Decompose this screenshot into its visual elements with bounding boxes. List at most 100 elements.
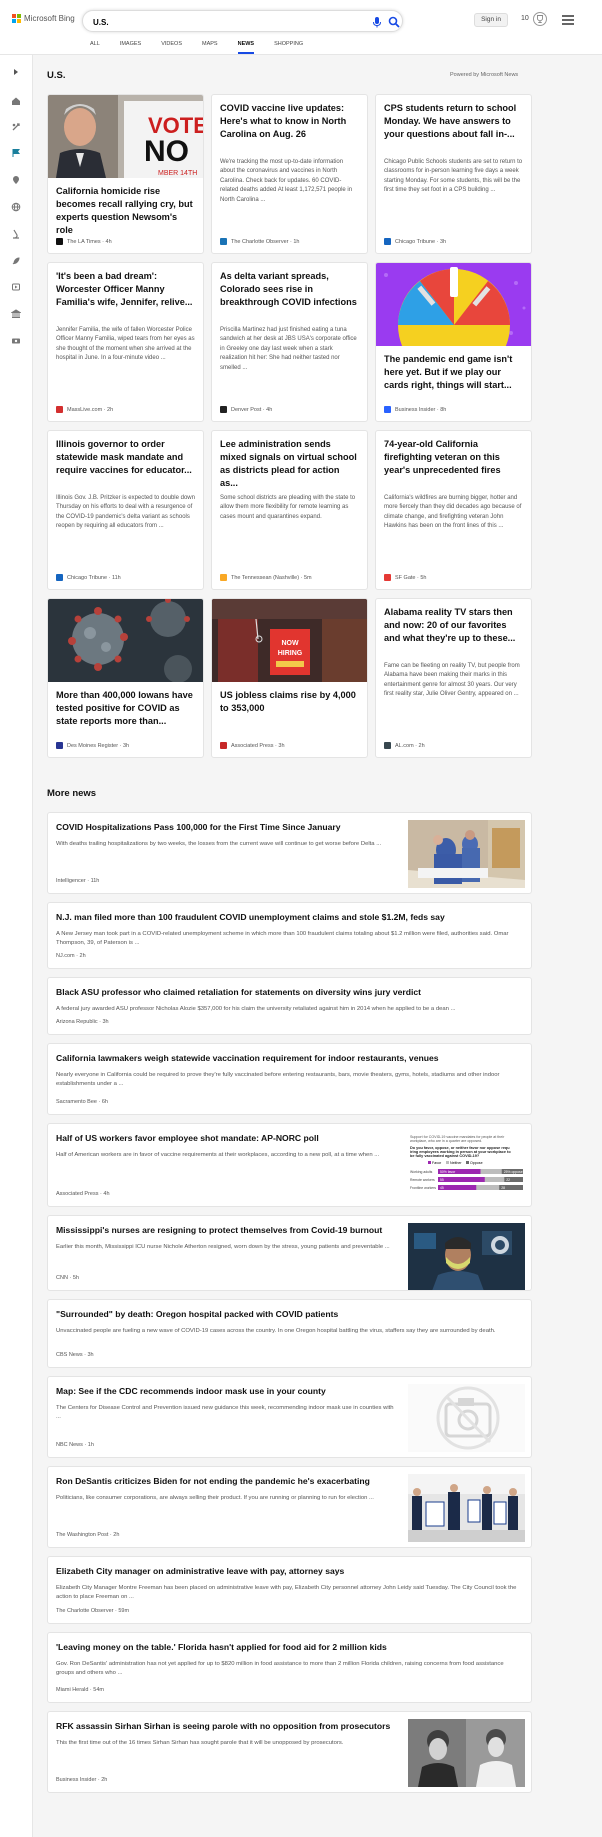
card-title[interactable]: COVID vaccine live updates: Here's what … bbox=[220, 102, 359, 141]
card-source[interactable]: Associated Press · 3h bbox=[220, 742, 285, 749]
entertainment-icon[interactable] bbox=[11, 282, 21, 292]
card-title[interactable]: The pandemic end game isn't here yet. Bu… bbox=[384, 353, 523, 392]
news-title[interactable]: Mississippi's nurses are resigning to pr… bbox=[56, 1225, 382, 1235]
card-title[interactable]: Illinois governor to order statewide mas… bbox=[56, 438, 195, 477]
news-title[interactable]: "Surrounded" by death: Oregon hospital p… bbox=[56, 1309, 338, 1319]
news-card[interactable]: As delta variant spreads, Colorado sees … bbox=[211, 262, 368, 422]
search-input[interactable] bbox=[93, 15, 333, 29]
card-source[interactable]: The LA Times · 4h bbox=[56, 238, 112, 245]
card-source[interactable]: Business Insider · 8h bbox=[384, 406, 446, 413]
bing-logo[interactable]: Microsoft Bing bbox=[12, 14, 75, 23]
more-news-item[interactable]: N.J. man filed more than 100 fraudulent … bbox=[47, 902, 532, 969]
card-image[interactable]: VOTENOMBER 14TH bbox=[48, 95, 204, 178]
news-card[interactable]: More than 400,000 Iowans have tested pos… bbox=[47, 598, 204, 758]
news-title[interactable]: COVID Hospitalizations Pass 100,000 for … bbox=[56, 822, 341, 832]
news-title[interactable]: RFK assassin Sirhan Sirhan is seeing par… bbox=[56, 1721, 390, 1731]
tab-all[interactable]: ALL bbox=[90, 41, 100, 54]
news-source[interactable]: Arizona Republic · 3h bbox=[56, 1019, 109, 1025]
news-card[interactable]: 74-year-old California firefighting vete… bbox=[375, 430, 532, 590]
news-title[interactable]: California lawmakers weigh statewide vac… bbox=[56, 1053, 439, 1063]
news-card[interactable]: NOW HIRING US jobless claims rise by 4,000… bbox=[211, 598, 368, 758]
more-news-item[interactable]: Map: See if the CDC recommends indoor ma… bbox=[47, 1376, 532, 1458]
card-source[interactable]: The Charlotte Observer · 1h bbox=[220, 238, 299, 245]
rewards-points[interactable]: 10 bbox=[521, 15, 529, 22]
card-title[interactable]: 'It's been a bad dream': Worcester Offic… bbox=[56, 270, 195, 309]
globe-icon[interactable] bbox=[11, 202, 21, 212]
news-card[interactable]: VOTE NO MBER 14TH California homicide rise … bbox=[47, 94, 204, 254]
flag-icon[interactable] bbox=[11, 148, 21, 158]
more-news-item[interactable]: California lawmakers weigh statewide vac… bbox=[47, 1043, 532, 1115]
more-news-item[interactable]: Half of US workers favor employee shot m… bbox=[47, 1123, 532, 1207]
news-image[interactable] bbox=[408, 1719, 525, 1787]
more-news-item[interactable]: "Surrounded" by death: Oregon hospital p… bbox=[47, 1299, 532, 1368]
card-source[interactable]: AL.com · 2h bbox=[384, 742, 425, 749]
card-title[interactable]: More than 400,000 Iowans have tested pos… bbox=[56, 689, 195, 728]
more-news-item[interactable]: Elizabeth City manager on administrative… bbox=[47, 1556, 532, 1624]
news-source[interactable]: The Washington Post · 2h bbox=[56, 1532, 119, 1538]
card-source[interactable]: SF Gate · 5h bbox=[384, 574, 427, 581]
news-source[interactable]: The Charlotte Observer · 59m bbox=[56, 1608, 129, 1614]
news-card[interactable]: Lee administration sends mixed signals o… bbox=[211, 430, 368, 590]
more-news-item[interactable]: RFK assassin Sirhan Sirhan is seeing par… bbox=[47, 1711, 532, 1793]
card-image[interactable] bbox=[48, 599, 204, 682]
hamburger-menu-icon[interactable] bbox=[562, 15, 574, 25]
card-title[interactable]: Alabama reality TV stars then and now: 2… bbox=[384, 606, 523, 645]
news-title[interactable]: Elizabeth City manager on administrative… bbox=[56, 1566, 344, 1576]
news-source[interactable]: NJ.com · 2h bbox=[56, 953, 86, 959]
card-image[interactable] bbox=[376, 263, 532, 346]
search-icon[interactable] bbox=[388, 16, 400, 28]
news-title[interactable]: Ron DeSantis criticizes Biden for not en… bbox=[56, 1476, 370, 1486]
news-source[interactable]: CBS News · 3h bbox=[56, 1352, 94, 1358]
more-news-item[interactable]: 'Leaving money on the table.' Florida ha… bbox=[47, 1632, 532, 1703]
tab-shopping[interactable]: SHOPPING bbox=[274, 41, 303, 54]
news-source[interactable]: Intelligencer · 11h bbox=[56, 878, 99, 884]
more-news-item[interactable]: COVID Hospitalizations Pass 100,000 for … bbox=[47, 812, 532, 894]
news-source[interactable]: Miami Herald · 54m bbox=[56, 1687, 104, 1693]
news-title[interactable]: Black ASU professor who claimed retaliat… bbox=[56, 987, 421, 997]
card-title[interactable]: CPS students return to school Monday. We… bbox=[384, 102, 523, 141]
microphone-icon[interactable] bbox=[371, 16, 383, 28]
card-source[interactable]: MassLive.com · 2h bbox=[56, 406, 113, 413]
location-icon[interactable] bbox=[11, 175, 21, 185]
news-card[interactable]: Alabama reality TV stars then and now: 2… bbox=[375, 598, 532, 758]
rewards-trophy-icon[interactable] bbox=[533, 12, 547, 26]
card-title[interactable]: As delta variant spreads, Colorado sees … bbox=[220, 270, 359, 309]
news-card[interactable]: Illinois governor to order statewide mas… bbox=[47, 430, 204, 590]
news-source[interactable]: NBC News · 1h bbox=[56, 1442, 94, 1448]
tab-maps[interactable]: MAPS bbox=[202, 41, 218, 54]
news-card[interactable]: CPS students return to school Monday. We… bbox=[375, 94, 532, 254]
microscope-icon[interactable] bbox=[11, 229, 21, 239]
bank-icon[interactable] bbox=[11, 309, 21, 319]
card-title[interactable]: US jobless claims rise by 4,000 to 353,0… bbox=[220, 689, 359, 715]
news-title[interactable]: N.J. man filed more than 100 fraudulent … bbox=[56, 912, 445, 922]
news-title[interactable]: Half of US workers favor employee shot m… bbox=[56, 1133, 319, 1143]
rocket-icon[interactable] bbox=[11, 256, 21, 266]
card-image[interactable]: NOW HIRING bbox=[212, 599, 368, 682]
tab-videos[interactable]: VIDEOS bbox=[161, 41, 182, 54]
news-card[interactable]: 'It's been a bad dream': Worcester Offic… bbox=[47, 262, 204, 422]
news-title[interactable]: Map: See if the CDC recommends indoor ma… bbox=[56, 1386, 326, 1396]
news-card[interactable]: COVID vaccine live updates: Here's what … bbox=[211, 94, 368, 254]
card-title[interactable]: 74-year-old California firefighting vete… bbox=[384, 438, 523, 477]
card-source[interactable]: Chicago Tribune · 3h bbox=[384, 238, 446, 245]
home-icon[interactable] bbox=[11, 96, 21, 106]
card-source[interactable]: Denver Post · 4h bbox=[220, 406, 272, 413]
tab-news[interactable]: NEWS bbox=[237, 41, 255, 54]
news-source[interactable]: Sacramento Bee · 6h bbox=[56, 1099, 108, 1105]
card-title[interactable]: Lee administration sends mixed signals o… bbox=[220, 438, 359, 490]
news-image[interactable] bbox=[408, 1474, 525, 1542]
poll-chart-image[interactable]: Support for COVID-19 vaccine mandates fo… bbox=[408, 1131, 525, 1199]
news-card[interactable]: The pandemic end game isn't here yet. Bu… bbox=[375, 262, 532, 422]
expand-icon[interactable] bbox=[11, 67, 21, 77]
tools-icon[interactable] bbox=[11, 122, 21, 132]
more-news-item[interactable]: Mississippi's nurses are resigning to pr… bbox=[47, 1215, 532, 1291]
news-source[interactable]: Business Insider · 2h bbox=[56, 1777, 107, 1783]
card-title[interactable]: California homicide rise becomes recall … bbox=[56, 185, 195, 237]
card-source[interactable]: Chicago Tribune · 11h bbox=[56, 574, 121, 581]
more-news-item[interactable]: Black ASU professor who claimed retaliat… bbox=[47, 977, 532, 1035]
card-source[interactable]: The Tennessean (Nashville) · 5m bbox=[220, 574, 312, 581]
news-image[interactable] bbox=[408, 1223, 525, 1291]
money-icon[interactable] bbox=[11, 336, 21, 346]
news-source[interactable]: CNN · 5h bbox=[56, 1275, 79, 1281]
news-image[interactable] bbox=[408, 820, 525, 888]
